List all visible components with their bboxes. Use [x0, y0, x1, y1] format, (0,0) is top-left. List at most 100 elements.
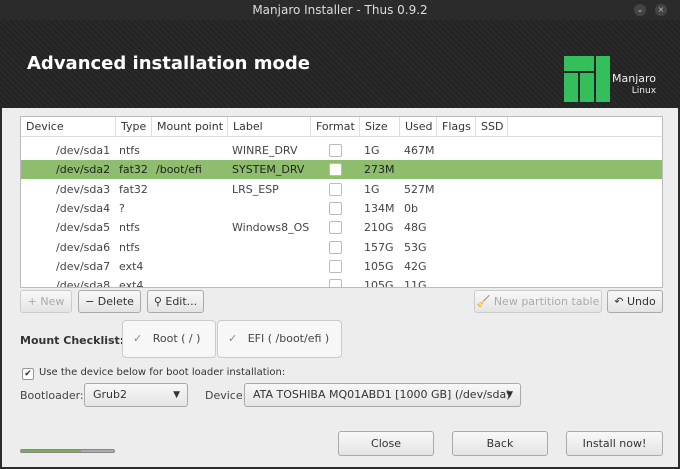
- device-value: ATA TOSHIBA MQ01ABD1 [1000 GB] (/dev/sda…: [253, 388, 511, 401]
- col-device[interactable]: Device: [21, 117, 116, 137]
- col-mount-point[interactable]: Mount point: [152, 117, 228, 137]
- partition-table[interactable]: Device Type Mount point Label Format Siz…: [20, 116, 663, 288]
- undo-button[interactable]: ↶ Undo: [607, 290, 663, 313]
- cell-device: /dev/sda3: [56, 182, 111, 196]
- cell-size: 105G: [364, 279, 394, 288]
- cell-type: ?: [119, 201, 125, 215]
- cell-size: 1G: [364, 182, 380, 196]
- manjaro-logo-icon: [564, 56, 610, 102]
- cell-size: 105G: [364, 259, 394, 273]
- main-content: Device Type Mount point Label Format Siz…: [0, 108, 680, 469]
- format-checkbox[interactable]: [329, 182, 342, 196]
- format-checkbox[interactable]: [329, 221, 342, 235]
- cell-device: /dev/sda5: [56, 221, 111, 235]
- cell-label: LRS_ESP: [232, 182, 279, 196]
- table-row[interactable]: /dev/sda5 ntfs Windows8_OS 210G 48G: [21, 218, 662, 237]
- new-partition-button[interactable]: + New: [20, 290, 72, 313]
- table-row[interactable]: /dev/sda7 ext4 105G 42G: [21, 257, 662, 276]
- format-checkbox[interactable]: [329, 259, 342, 273]
- table-row[interactable]: /dev/sda4? 134M 0b: [21, 199, 662, 218]
- cell-type: ext4: [119, 259, 144, 273]
- install-now-button[interactable]: Install now!: [566, 431, 663, 456]
- broom-icon: 🧹: [476, 295, 491, 308]
- table-row[interactable]: /dev/sda6 ntfs 157G 53G: [21, 238, 662, 257]
- cell-type: ntfs: [119, 240, 140, 254]
- check-icon: ✓: [228, 332, 238, 345]
- cell-size: 210G: [364, 221, 394, 235]
- cell-used: 467M: [404, 144, 435, 157]
- edit-partition-button[interactable]: ⚲ Edit...: [147, 290, 204, 313]
- minimize-icon[interactable]: ⌄: [634, 4, 646, 16]
- new-partition-table-label: New partition table: [493, 295, 600, 308]
- format-checkbox[interactable]: [329, 201, 342, 215]
- dropdown-arrow-icon: ▼: [173, 390, 180, 400]
- cell-size: 273M: [364, 163, 395, 177]
- new-partition-table-button[interactable]: 🧹 New partition table: [474, 290, 602, 313]
- checklist-root-label: Root ( / ): [152, 332, 201, 345]
- col-flags[interactable]: Flags: [437, 117, 476, 137]
- table-row[interactable]: /dev/sda2 fat32/boot/efi SYSTEM_DRV 273M: [21, 160, 662, 180]
- device-select[interactable]: ATA TOSHIBA MQ01ABD1 [1000 GB] (/dev/sda…: [244, 383, 521, 407]
- col-label[interactable]: Label: [228, 117, 311, 137]
- cell-size: 134M: [364, 201, 395, 215]
- use-device-checkbox[interactable]: ✔: [22, 368, 34, 380]
- cell-used: 42G: [404, 259, 427, 273]
- device-label: Device:: [205, 389, 247, 402]
- delete-partition-button[interactable]: − Delete: [78, 290, 141, 313]
- col-format[interactable]: Format: [311, 117, 360, 137]
- cell-type: ntfs: [119, 144, 140, 157]
- col-used[interactable]: Used: [400, 117, 437, 137]
- cell-used: 11G: [404, 279, 427, 288]
- cell-size: 1G: [364, 144, 380, 157]
- cell-device: /dev/sda1: [56, 144, 111, 157]
- header-banner: Advanced installation mode Manjaro Linux: [0, 20, 680, 108]
- cell-used: 48G: [404, 221, 427, 235]
- checklist-root: ✓ Root ( / ): [122, 320, 216, 358]
- use-device-label: Use the device below for boot loader ins…: [39, 367, 286, 378]
- page-title: Advanced installation mode: [27, 53, 310, 74]
- cell-device: /dev/sda7: [56, 259, 111, 273]
- bootloader-select[interactable]: Grub2 ▼: [84, 383, 188, 407]
- mount-checklist-label: Mount Checklist:: [20, 334, 125, 347]
- cell-device: /dev/sda2: [56, 163, 111, 177]
- cell-device: /dev/sda6: [56, 240, 111, 254]
- col-size[interactable]: Size: [360, 117, 400, 137]
- format-checkbox[interactable]: [329, 163, 342, 177]
- format-checkbox[interactable]: [329, 240, 342, 254]
- table-row[interactable]: /dev/sda8 ext4 105G 11G: [21, 276, 662, 288]
- close-button[interactable]: Close: [338, 431, 434, 456]
- cell-type: ntfs: [119, 221, 140, 235]
- check-icon: ✓: [133, 332, 143, 345]
- title-bar: Manjaro Installer - Thus 0.9.2 ⌄ ×: [0, 0, 680, 20]
- bootloader-value: Grub2: [93, 388, 127, 401]
- cell-type: ext4: [119, 279, 144, 288]
- dropdown-arrow-icon: ▼: [506, 390, 513, 400]
- cell-size: 157G: [364, 240, 394, 254]
- progress-fill: [21, 450, 82, 452]
- install-progress-bar: [20, 449, 115, 453]
- bootloader-label: Bootloader:: [20, 389, 84, 402]
- logo-sub: Linux: [631, 86, 657, 96]
- logo-text: Manjaro Linux: [612, 72, 656, 98]
- cell-used: 0b: [404, 201, 418, 215]
- close-icon[interactable]: ×: [655, 4, 667, 16]
- back-button[interactable]: Back: [452, 431, 548, 456]
- window-title: Manjaro Installer - Thus 0.9.2: [252, 3, 428, 17]
- table-row[interactable]: /dev/sda1 ntfs WINRE_DRV 1G 467M: [21, 141, 662, 160]
- cell-device: /dev/sda8: [56, 279, 111, 288]
- cell-device: /dev/sda4: [56, 201, 111, 215]
- cell-mount: /boot/efi: [156, 163, 202, 177]
- cell-label: SYSTEM_DRV: [232, 163, 305, 177]
- table-header: Device Type Mount point Label Format Siz…: [21, 117, 662, 137]
- format-checkbox[interactable]: [329, 279, 342, 287]
- table-row[interactable]: /dev/sda3 fat32 LRS_ESP 1G 527M: [21, 180, 662, 199]
- checklist-efi: ✓ EFI ( /boot/efi ): [217, 320, 342, 358]
- cell-type: fat32: [119, 163, 148, 177]
- col-type[interactable]: Type: [116, 117, 152, 137]
- cell-label: WINRE_DRV: [232, 144, 298, 157]
- col-ssd[interactable]: SSD: [476, 117, 508, 137]
- cell-type: fat32: [119, 182, 148, 196]
- cell-used: 53G: [404, 240, 427, 254]
- format-checkbox[interactable]: [329, 144, 342, 157]
- cell-label: Windows8_OS: [232, 221, 310, 235]
